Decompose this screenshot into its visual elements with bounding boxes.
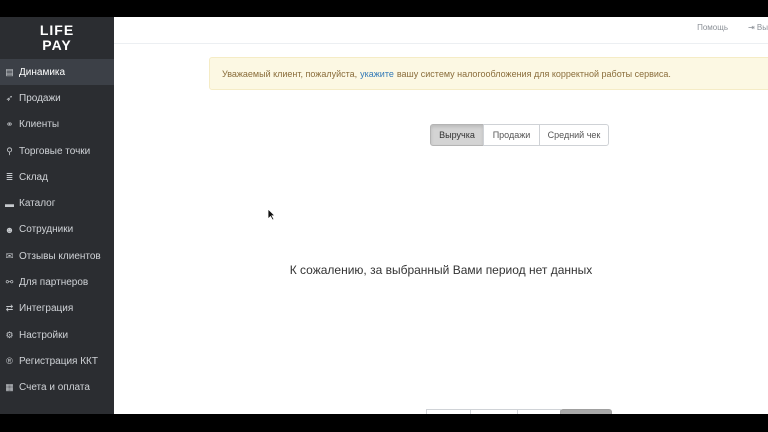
rocket-icon: ➶: [5, 92, 14, 103]
help-link[interactable]: Помощь: [697, 23, 728, 32]
logo[interactable]: LIFE PAY: [0, 17, 114, 59]
gears-icon: ⚙: [5, 329, 14, 340]
sidebar-item-label: Каталог: [19, 198, 56, 210]
logo-line-2: PAY: [42, 37, 72, 53]
tab-sales[interactable]: Продажи: [483, 124, 540, 146]
handshake-icon: ⚯: [5, 277, 14, 288]
sidebar-item-5[interactable]: ▬ Каталог: [0, 190, 114, 216]
sidebar-item-8[interactable]: ⚯ Для партнеров: [0, 269, 114, 295]
sidebar-item-label: Клиенты: [19, 119, 60, 131]
sidebar-item-6[interactable]: ☻ Сотрудники: [0, 217, 114, 243]
sidebar-item-label: Продажи: [19, 92, 61, 104]
exchange-icon: ⇄: [5, 303, 14, 314]
sidebar-item-1[interactable]: ➶ Продажи: [0, 85, 114, 111]
calculator-icon: ▦: [5, 382, 14, 393]
alert-text-before: Уважаемый клиент, пожалуйста,: [222, 68, 358, 79]
link-icon: ⚭: [5, 119, 14, 130]
users-icon: ☻: [4, 224, 15, 235]
empty-state-message: К сожалению, за выбранный Вами период не…: [289, 263, 593, 277]
sidebar-item-label: Регистрация ККТ: [19, 355, 98, 367]
sidebar-item-0[interactable]: ▤ Динамика: [0, 59, 114, 86]
bar-chart-icon: ▤: [5, 66, 14, 77]
sidebar: LIFE PAY ▤ Динамика ➶ Продажи ⚭ Клиенты ⚲ Торго…: [0, 17, 114, 414]
tab-average-check[interactable]: Средний чек: [539, 124, 609, 146]
tab-revenue[interactable]: Выручка: [430, 124, 484, 146]
mouse-cursor-icon: [267, 208, 276, 221]
period-buttons: [426, 409, 612, 414]
period-button-2[interactable]: [470, 409, 518, 414]
sign-out-icon: ⇥: [747, 23, 755, 32]
sidebar-item-12[interactable]: ▦ Счета и оплата: [0, 375, 114, 401]
folder-icon: ▬: [5, 198, 14, 209]
sidebar-item-11[interactable]: ® Регистрация ККТ: [0, 348, 114, 374]
period-button-1[interactable]: [426, 409, 471, 414]
alert-link-specify[interactable]: укажите: [360, 69, 394, 79]
top-bar: Помощь ⇥ Вы: [114, 17, 768, 44]
metric-tabs: Выручка Продажи Средний чек: [430, 124, 609, 146]
sidebar-item-10[interactable]: ⚙ Настройки: [0, 322, 114, 348]
sidebar-item-label: Сотрудники: [19, 224, 74, 236]
database-icon: ≣: [5, 171, 14, 182]
sidebar-item-3[interactable]: ⚲ Торговые точки: [0, 138, 114, 164]
sidebar-item-label: Интеграция: [19, 303, 74, 315]
period-button-3[interactable]: [517, 409, 561, 414]
logo-line-1: LIFE: [39, 22, 75, 38]
sidebar-item-9[interactable]: ⇄ Интеграция: [0, 296, 114, 322]
map-marker-icon: ⚲: [6, 145, 13, 156]
exit-label: Вы: [756, 23, 768, 32]
sidebar-nav: ▤ Динамика ➶ Продажи ⚭ Клиенты ⚲ Торговые точки…: [0, 59, 114, 401]
sidebar-item-label: Динамика: [19, 66, 66, 78]
comments-icon: ✉: [5, 250, 14, 261]
sidebar-item-4[interactable]: ≣ Склад: [0, 164, 114, 190]
sidebar-item-label: Склад: [19, 171, 48, 183]
app-window: LIFE PAY ▤ Динамика ➶ Продажи ⚭ Клиенты ⚲ Торго…: [0, 17, 768, 414]
sidebar-item-7[interactable]: ✉ Отзывы клиентов: [0, 243, 114, 269]
sidebar-item-label: Торговые точки: [19, 145, 91, 157]
sidebar-item-label: Настройки: [19, 329, 69, 341]
sidebar-item-label: Счета и оплата: [19, 382, 90, 394]
period-button-4[interactable]: [560, 409, 612, 414]
sidebar-item-label: Отзывы клиентов: [19, 250, 101, 262]
sidebar-item-2[interactable]: ⚭ Клиенты: [0, 112, 114, 138]
exit-link[interactable]: ⇥ Вы: [748, 23, 768, 32]
registered-icon: ®: [6, 356, 13, 367]
alert-text-after: вашу систему налогообложения для коррект…: [396, 68, 671, 79]
tax-system-alert: Уважаемый клиент, пожалуйста, укажите ва…: [209, 57, 768, 90]
logo-text: LIFE PAY: [40, 23, 74, 53]
sidebar-item-label: Для партнеров: [19, 277, 89, 289]
